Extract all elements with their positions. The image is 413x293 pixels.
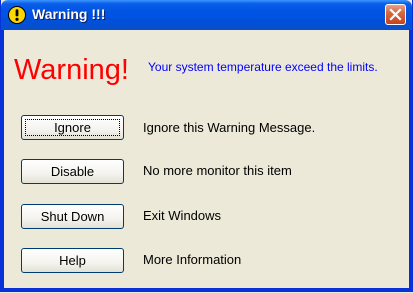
close-x-icon bbox=[389, 8, 402, 21]
warning-dialog: Warning !!! Warning! Your system tempera… bbox=[0, 0, 413, 292]
help-description: More Information bbox=[143, 252, 242, 267]
warning-heading: Warning! bbox=[14, 54, 129, 86]
shut-down-description: Exit Windows bbox=[143, 208, 222, 223]
warning-message: Your system temperature exceed the limit… bbox=[148, 60, 378, 74]
window-title: Warning !!! bbox=[32, 6, 106, 22]
disable-description: No more monitor this item bbox=[143, 163, 292, 178]
help-button[interactable]: Help bbox=[21, 248, 124, 273]
dialog-body: Warning! Your system temperature exceed … bbox=[1, 30, 412, 291]
shut-down-button[interactable]: Shut Down bbox=[21, 204, 124, 229]
ignore-description: Ignore this Warning Message. bbox=[143, 120, 316, 135]
title-bar[interactable]: Warning !!! bbox=[1, 0, 412, 30]
disable-button[interactable]: Disable bbox=[21, 159, 124, 184]
close-button[interactable] bbox=[385, 4, 406, 25]
ignore-button[interactable]: Ignore bbox=[21, 115, 124, 140]
warning-exclamation-icon bbox=[8, 6, 26, 24]
